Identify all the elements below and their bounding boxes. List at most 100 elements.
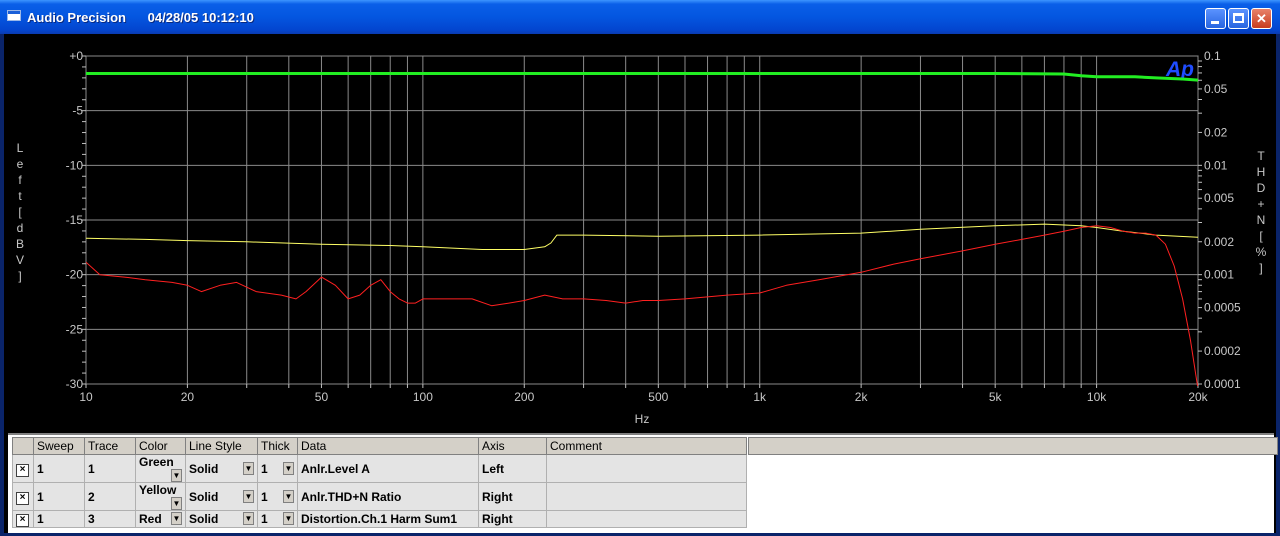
cell-line-style-text: Solid	[189, 461, 219, 476]
table-row[interactable]: × 1 3 Red ▼ Solid ▼ 1 ▼ Distortion.Ch.1 Harm Sum1…	[12, 510, 747, 528]
x-tick-label: 50	[315, 390, 329, 404]
cell-color[interactable]: Red ▼	[135, 510, 186, 528]
chevron-down-icon[interactable]: ▼	[283, 461, 294, 475]
cell-data[interactable]: Distortion.Ch.1 Harm Sum1	[297, 510, 479, 528]
cell-trace[interactable]: 2	[84, 482, 136, 511]
y-left-label-char: ]	[18, 269, 21, 283]
y-right-label-char: +	[1257, 197, 1264, 211]
chevron-down-icon[interactable]: ▼	[283, 489, 294, 503]
trace-enable-checkbox[interactable]: ×	[16, 514, 29, 527]
trace-grid-panel: Sweep Trace Color Line Style Thick Data …	[8, 433, 1278, 533]
y-right-tick-label: 0.05	[1204, 82, 1228, 96]
cell-axis[interactable]: Right	[478, 510, 547, 528]
x-tick-label: 10	[79, 390, 93, 404]
cell-comment[interactable]	[546, 510, 747, 528]
cell-trace-text: 3	[88, 512, 95, 526]
y-right-label-char: [	[1259, 229, 1263, 243]
cell-comment[interactable]	[546, 454, 747, 483]
x-tick-label: 20k	[1188, 390, 1208, 404]
cell-line-style[interactable]: Solid ▼	[185, 510, 258, 528]
col-line-style[interactable]: Line Style	[185, 437, 258, 455]
row-checkbox[interactable]: ×	[12, 510, 34, 528]
col-thick[interactable]: Thick	[257, 437, 298, 455]
cell-sweep[interactable]: 1	[33, 454, 85, 483]
cell-trace-text: 1	[88, 461, 95, 476]
cell-line-style[interactable]: Solid ▼	[185, 482, 258, 511]
y-right-tick-label: 0.002	[1204, 235, 1234, 249]
y-right-tick-label: 0.1	[1204, 49, 1221, 63]
cell-thick[interactable]: 1 ▼	[257, 482, 298, 511]
cell-trace[interactable]: 1	[84, 454, 136, 483]
cell-axis[interactable]: Right	[478, 482, 547, 511]
cell-thick[interactable]: 1 ▼	[257, 510, 298, 528]
cell-data[interactable]: Anlr.THD+N Ratio	[297, 482, 479, 511]
cell-thick-text: 1	[261, 461, 268, 476]
cell-axis[interactable]: Left	[478, 454, 547, 483]
cell-line-style-text: Solid	[189, 512, 219, 526]
table-row[interactable]: × 1 1 Green ▼ Solid ▼ 1 ▼ Anlr.Level A Left	[12, 454, 747, 483]
x-tick-label: 200	[514, 390, 534, 404]
col-data[interactable]: Data	[297, 437, 479, 455]
x-tick-label: 100	[413, 390, 433, 404]
table-row[interactable]: × 1 2 Yellow ▼ Solid ▼ 1 ▼ Anlr.THD+N Ratio Right	[12, 482, 747, 511]
cell-axis-text: Right	[482, 512, 513, 526]
x-tick-label: 20	[181, 390, 195, 404]
cell-thick[interactable]: 1 ▼	[257, 454, 298, 483]
chevron-down-icon[interactable]: ▼	[243, 489, 254, 503]
checkbox-header	[12, 437, 34, 455]
cell-color-text: Red	[139, 512, 162, 526]
cell-sweep[interactable]: 1	[33, 510, 85, 528]
y-left-label-char: L	[17, 141, 24, 155]
chevron-down-icon[interactable]: ▼	[243, 461, 254, 475]
cell-thick-text: 1	[261, 512, 268, 526]
y-right-label-char: N	[1257, 213, 1266, 227]
series-line-3	[86, 225, 1198, 386]
y-left-label-char: t	[18, 189, 22, 203]
chevron-down-icon[interactable]: ▼	[171, 497, 182, 510]
x-tick-label: 10k	[1087, 390, 1107, 404]
row-checkbox[interactable]: ×	[12, 482, 34, 511]
close-button[interactable]: ✕	[1251, 8, 1272, 29]
cell-sweep[interactable]: 1	[33, 482, 85, 511]
col-trace[interactable]: Trace	[84, 437, 136, 455]
chevron-down-icon[interactable]: ▼	[283, 512, 294, 525]
cell-trace-text: 2	[88, 489, 95, 504]
y-left-label-char: B	[16, 237, 24, 251]
trace-enable-checkbox[interactable]: ×	[16, 463, 29, 477]
minimize-button[interactable]	[1205, 8, 1226, 29]
y-left-label-char: [	[18, 205, 22, 219]
row-checkbox[interactable]: ×	[12, 454, 34, 483]
col-sweep[interactable]: Sweep	[33, 437, 85, 455]
y-right-tick-label: 0.01	[1204, 158, 1228, 172]
chevron-down-icon[interactable]: ▼	[171, 469, 182, 482]
y-left-tick-label: -15	[66, 213, 84, 227]
cell-color[interactable]: Yellow ▼	[135, 482, 186, 511]
y-right-label-char: %	[1256, 245, 1267, 259]
cell-line-style[interactable]: Solid ▼	[185, 454, 258, 483]
col-axis[interactable]: Axis	[478, 437, 547, 455]
col-comment[interactable]: Comment	[546, 437, 747, 455]
trace-enable-checkbox[interactable]: ×	[16, 491, 29, 505]
plot-svg[interactable]: +0 -5 -10 -15 -20 -25 -30 0.1 0.05 0.02 0.01 0.005 0…	[4, 34, 1276, 433]
maximize-button[interactable]	[1228, 8, 1249, 29]
col-color[interactable]: Color	[135, 437, 186, 455]
y-right-tick-label: 0.001	[1204, 268, 1234, 282]
graph-area: +0 -5 -10 -15 -20 -25 -30 0.1 0.05 0.02 0.01 0.005 0…	[4, 34, 1278, 533]
title-bar[interactable]: Audio Precision 04/28/05 10:12:10 ✕	[0, 0, 1280, 34]
y-right-tick-label: 0.0005	[1204, 301, 1241, 315]
cell-comment[interactable]	[546, 482, 747, 511]
cell-data-text: Anlr.THD+N Ratio	[301, 489, 402, 504]
cell-axis-text: Left	[482, 461, 504, 476]
y-right-label-char: T	[1257, 149, 1265, 163]
window-icon[interactable]	[7, 10, 21, 21]
cell-trace[interactable]: 3	[84, 510, 136, 528]
cell-color[interactable]: Green ▼	[135, 454, 186, 483]
chevron-down-icon[interactable]: ▼	[243, 512, 254, 525]
app-window: Audio Precision 04/28/05 10:12:10 ✕ +0 -5…	[0, 0, 1280, 536]
cell-sweep-text: 1	[37, 512, 44, 526]
app-name: Audio Precision	[27, 10, 126, 25]
title-timestamp: 04/28/05 10:12:10	[147, 10, 254, 25]
window-title: Audio Precision 04/28/05 10:12:10	[27, 10, 254, 25]
chevron-down-icon[interactable]: ▼	[171, 512, 182, 525]
cell-data[interactable]: Anlr.Level A	[297, 454, 479, 483]
